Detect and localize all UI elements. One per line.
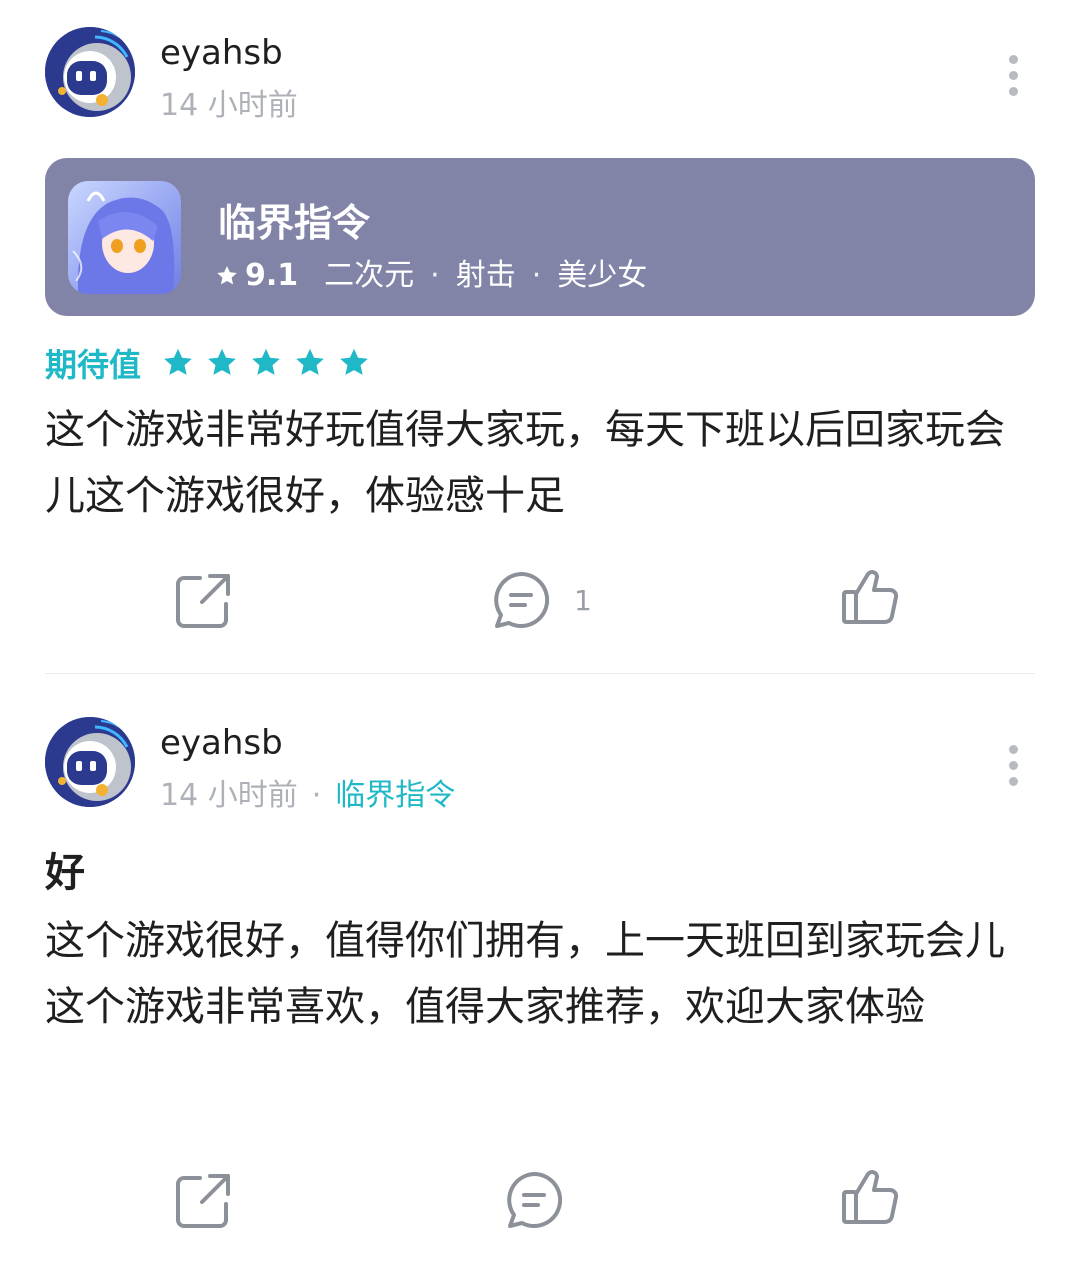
game-icon [68,181,181,294]
thumbs-up-icon[interactable] [840,568,900,626]
star-icon [217,266,237,285]
user-avatar[interactable] [45,717,135,807]
rating-stars [160,346,375,384]
username[interactable]: eyahsb [160,33,283,73]
username[interactable]: eyahsb [160,723,283,763]
post-time: 14 小时前 [160,88,298,123]
star-icon [296,348,325,375]
more-vertical-icon[interactable] [1000,55,1026,96]
star-icon [252,348,281,375]
comment-count: 1 [574,584,592,617]
post-meta: 14 小时前 · 临界指令 [160,770,455,814]
game-meta: 9.1 二次元 · 射击 · 美少女 [215,250,647,294]
comment-icon[interactable] [504,1170,564,1230]
star-icon [164,348,192,375]
share-icon[interactable] [174,572,232,628]
rating-label: 期待值 [45,346,142,384]
game-card[interactable]: 临界指令 9.1 二次元 · 射击 · 美少女 [45,158,1035,316]
star-icon [208,348,236,375]
game-tag: 美少女 [557,258,648,293]
post-body[interactable]: 这个游戏很好，值得你们拥有，上一天班回到家玩会儿这个游戏非常喜欢，值得大家推荐，… [45,908,1035,1040]
more-vertical-icon[interactable] [1000,745,1026,786]
share-icon[interactable] [174,1172,232,1228]
game-tag: 射击 [455,258,516,293]
meta-separator: · [311,778,322,813]
post-divider [45,673,1035,674]
review-title: 好 [45,850,85,896]
star-icon [340,348,369,375]
game-link[interactable]: 临界指令 [335,778,455,813]
post-body[interactable]: 这个游戏非常好玩值得大家玩，每天下班以后回家玩会儿这个游戏很好，体验感十足 [45,397,1035,529]
game-name: 临界指令 [218,201,371,245]
comment-icon[interactable] [491,570,551,630]
post-time: 14 小时前 [160,778,298,813]
thumbs-up-icon[interactable] [840,1168,900,1226]
game-tag: 二次元 [324,258,415,293]
user-avatar[interactable] [45,27,135,117]
game-score: 9.1 [245,258,299,293]
